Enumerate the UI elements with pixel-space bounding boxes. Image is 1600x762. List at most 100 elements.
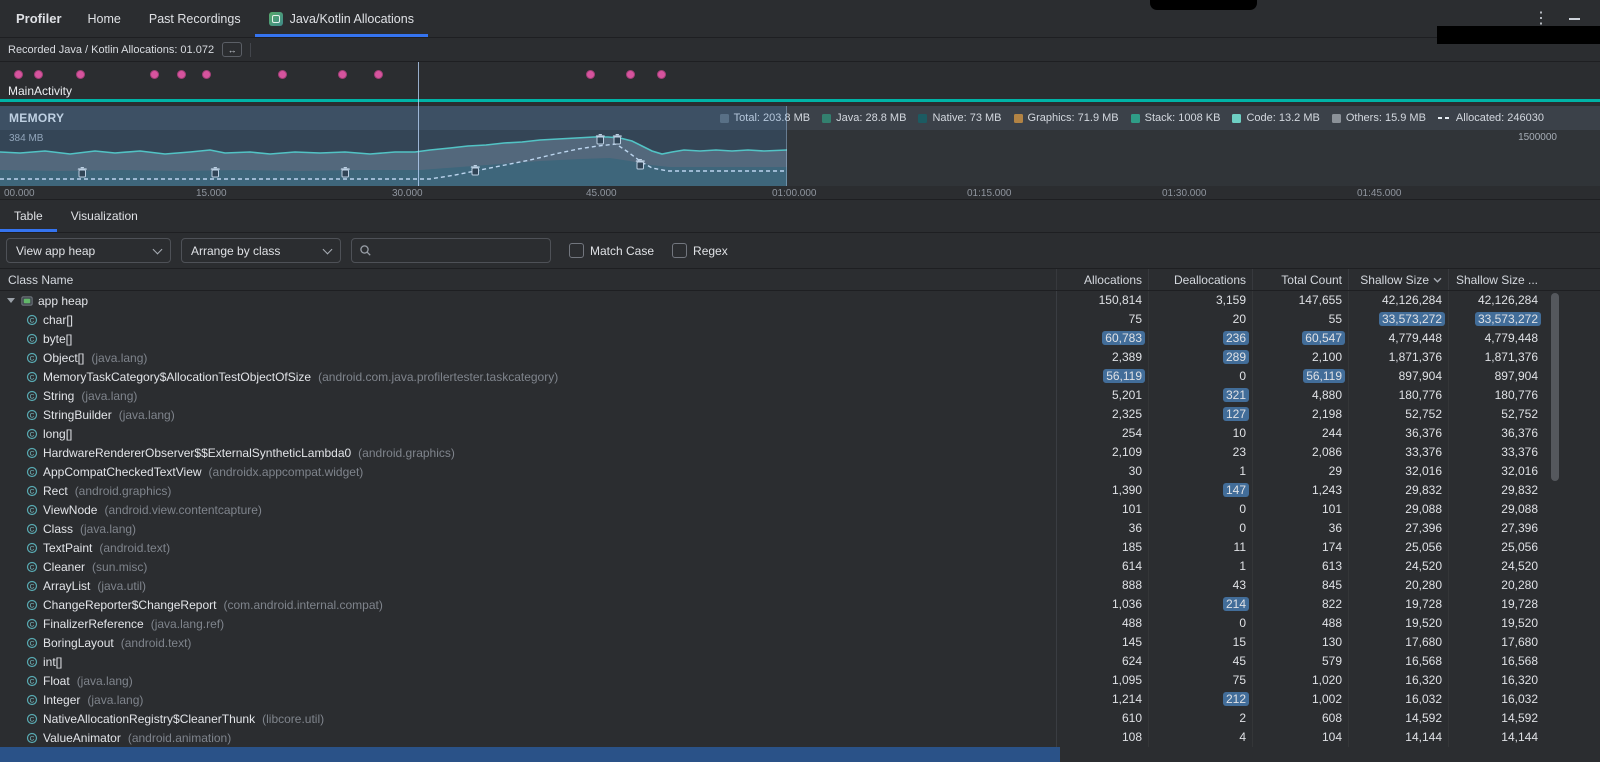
column-header-allocations[interactable]: Allocations (1056, 269, 1148, 290)
table-row-boringlayout[interactable]: CBoringLayout(android.text)1451513017,68… (0, 633, 1600, 652)
zoom-to-fit-icon[interactable]: ↔ (222, 42, 242, 57)
tab-label: Past Recordings (149, 12, 241, 26)
memory-chart-band[interactable]: MEMORY Total: 203.8 MBJava: 28.8 MBNativ… (0, 106, 1600, 186)
class-icon: C (26, 618, 38, 630)
match-case-checkbox[interactable]: Match Case (569, 243, 654, 258)
column-header-total-count[interactable]: Total Count (1252, 269, 1348, 290)
column-header-shallow-size-2[interactable]: Shallow Size ... (1448, 269, 1544, 290)
view-tab-visualization[interactable]: Visualization (57, 200, 152, 232)
tab-home[interactable]: Home (74, 0, 135, 37)
class-icon: C (26, 580, 38, 592)
cell-value: 16,032 (1405, 692, 1442, 706)
activity-event-dot[interactable] (150, 70, 159, 79)
search-field[interactable] (351, 238, 551, 263)
activity-event-dot[interactable] (177, 70, 186, 79)
partial-row[interactable] (0, 747, 1600, 762)
cell-shallow-size: 52,752 (1348, 405, 1448, 424)
package-name: (android.com.java.profilertester.taskcat… (318, 370, 558, 384)
table-row-integer[interactable]: CInteger(java.lang)1,2142121,00216,03216… (0, 690, 1600, 709)
cell-value: 0 (1239, 616, 1246, 630)
activity-event-dot[interactable] (586, 70, 595, 79)
class-name-cell: Cbyte[] (0, 332, 1056, 346)
column-header-class-name[interactable]: Class Name (0, 273, 1056, 287)
activity-label: MainActivity (8, 84, 72, 98)
activity-event-dot[interactable] (278, 70, 287, 79)
column-header-deallocations[interactable]: Deallocations (1148, 269, 1252, 290)
cell-deallocations: 75 (1148, 671, 1252, 690)
table-row-appcompatcheckedtextview[interactable]: CAppCompatCheckedTextView(androidx.appco… (0, 462, 1600, 481)
activity-event-dot[interactable] (338, 70, 347, 79)
package-name: (android.graphics) (75, 484, 172, 498)
cell-deallocations: 289 (1148, 348, 1252, 367)
table-row-object[interactable]: CObject[](java.lang)2,3892892,1001,871,3… (0, 348, 1600, 367)
activity-event-dot[interactable] (374, 70, 383, 79)
heap-select[interactable]: View app heap (6, 238, 171, 263)
activity-event-dot[interactable] (202, 70, 211, 79)
activity-event-dot[interactable] (34, 70, 43, 79)
table-row-float[interactable]: CFloat(java.lang)1,095751,02016,32016,32… (0, 671, 1600, 690)
column-header-shallow-size[interactable]: Shallow Size (1348, 269, 1448, 290)
table-row-valueanimator[interactable]: CValueAnimator(android.animation)1084104… (0, 728, 1600, 747)
activity-event-dot[interactable] (76, 70, 85, 79)
chevron-down-icon (323, 244, 333, 254)
gc-event-icon (78, 167, 87, 177)
cell-deallocations: 321 (1148, 386, 1252, 405)
view-tab-table[interactable]: Table (0, 200, 57, 232)
class-name: Object[] (43, 351, 84, 365)
class-name: AppCompatCheckedTextView (43, 465, 202, 479)
table-row-rect[interactable]: CRect(android.graphics)1,3901471,24329,8… (0, 481, 1600, 500)
table-row-hardwarerendererobserver-externalsyntheticlambda0[interactable]: CHardwareRendererObserver$$ExternalSynth… (0, 443, 1600, 462)
time-tick: 01:45.000 (1357, 188, 1402, 199)
table-row-stringbuilder[interactable]: CStringBuilder(java.lang)2,3251272,19852… (0, 405, 1600, 424)
table-row-app-heap[interactable]: app heap150,8143,159147,65542,126,28442,… (0, 291, 1600, 310)
cell-shallow-size-2: 52,752 (1448, 405, 1544, 424)
table-row-int[interactable]: Cint[]6244557916,56816,568 (0, 652, 1600, 671)
table-row-arraylist[interactable]: CArrayList(java.util)8884384520,28020,28… (0, 576, 1600, 595)
table-row-memorytaskcategory-allocationtestobjectofsize[interactable]: CMemoryTaskCategory$AllocationTestObject… (0, 367, 1600, 386)
checkbox-box[interactable] (672, 243, 687, 258)
cell-value: 36,376 (1405, 426, 1442, 440)
class-icon: C (26, 466, 38, 478)
expander-icon[interactable] (7, 298, 15, 303)
cell-shallow-size-2: 33,573,272 (1448, 310, 1544, 329)
table-row-nativeallocationregistry-cleanerthunk[interactable]: CNativeAllocationRegistry$CleanerThunk(l… (0, 709, 1600, 728)
kebab-menu-icon[interactable]: ⋮ (1533, 11, 1549, 27)
vertical-scrollbar[interactable] (1551, 293, 1559, 481)
class-icon: C (26, 561, 38, 573)
activity-event-dot[interactable] (626, 70, 635, 79)
svg-text:C: C (30, 450, 35, 457)
cell-value: 888 (1122, 578, 1142, 592)
time-axis: 00.00015.00030.00045.00001:00.00001:15.0… (0, 188, 1600, 200)
activity-event-dot[interactable] (14, 70, 23, 79)
table-row-string[interactable]: CString(java.lang)5,2013214,880180,77618… (0, 386, 1600, 405)
checkbox-box[interactable] (569, 243, 584, 258)
package-name: (java.lang) (81, 389, 137, 403)
arrange-select[interactable]: Arrange by class (181, 238, 341, 263)
table-row-textpaint[interactable]: CTextPaint(android.text)1851117425,05625… (0, 538, 1600, 557)
tab-past-recordings[interactable]: Past Recordings (135, 0, 255, 37)
cell-deallocations: 0 (1148, 500, 1252, 519)
regex-checkbox[interactable]: Regex (672, 243, 728, 258)
color-swatch-icon (918, 114, 927, 123)
table-row-cleaner[interactable]: CCleaner(sun.misc)614161324,52024,520 (0, 557, 1600, 576)
class-icon: C (26, 428, 38, 440)
table-row-viewnode[interactable]: CViewNode(android.view.contentcapture)10… (0, 500, 1600, 519)
cell-total-count: 608 (1252, 709, 1348, 728)
cell-shallow-size-2: 4,779,448 (1448, 329, 1544, 348)
cell-value: 2,086 (1312, 445, 1342, 459)
table-row-long[interactable]: Clong[]2541024436,37636,376 (0, 424, 1600, 443)
timeline-panel[interactable]: MainActivity MEMORY Total: 203.8 MBJava:… (0, 62, 1600, 200)
cell-value: 75 (1129, 312, 1142, 326)
minimize-icon[interactable] (1569, 18, 1580, 20)
tab-java-kotlin-allocations[interactable]: Java/Kotlin Allocations (255, 0, 428, 37)
cell-value: 42,126,284 (1382, 293, 1442, 307)
activity-event-dot[interactable] (657, 70, 666, 79)
table-row-class[interactable]: CClass(java.lang)3603627,39627,396 (0, 519, 1600, 538)
cell-value: 23 (1233, 445, 1246, 459)
table-row-changereporter-changereport[interactable]: CChangeReporter$ChangeReport(com.android… (0, 595, 1600, 614)
table-row-byte[interactable]: Cbyte[]60,78323660,5474,779,4484,779,448 (0, 329, 1600, 348)
table-row-finalizerreference[interactable]: CFinalizerReference(java.lang.ref)488048… (0, 614, 1600, 633)
cell-value: 180,776 (1399, 388, 1442, 402)
search-input[interactable] (378, 244, 543, 258)
table-row-char[interactable]: Cchar[]75205533,573,27233,573,272 (0, 310, 1600, 329)
